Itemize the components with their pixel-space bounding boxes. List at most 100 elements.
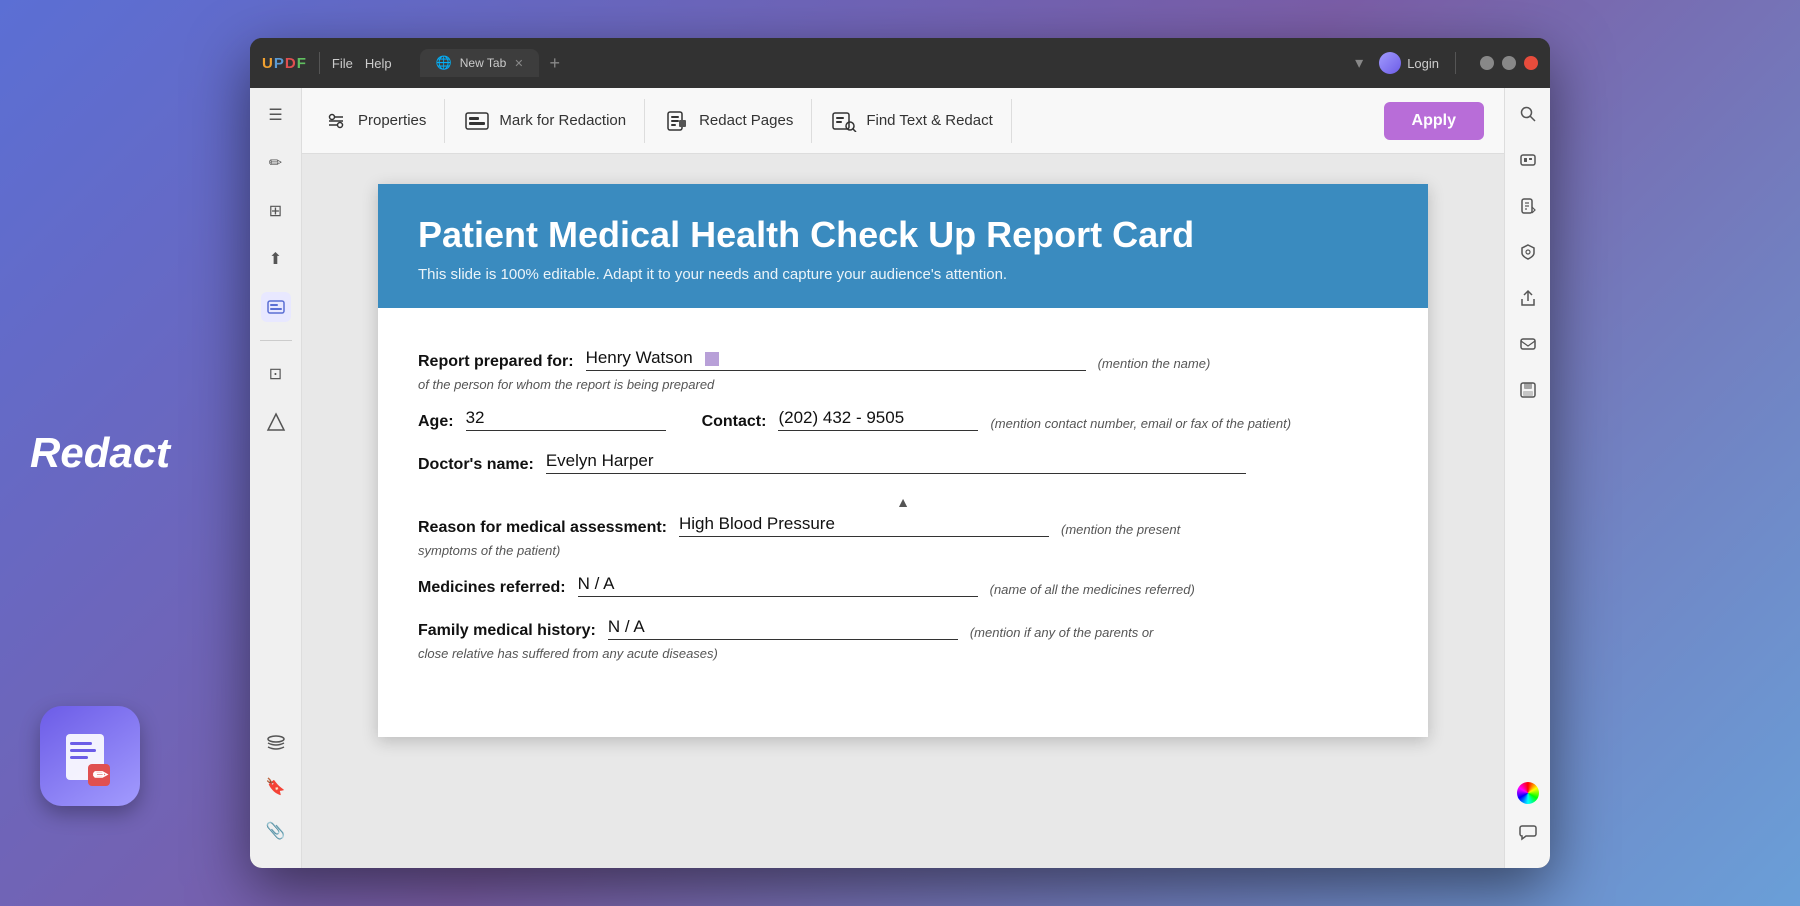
doctor-label: Doctor's name: — [418, 456, 534, 474]
sidebar-item-redact[interactable] — [261, 292, 291, 322]
menu-file[interactable]: File — [332, 56, 353, 71]
form-row-age-contact: Age: 32 Contact: (202) 432 - 9505 (menti… — [418, 408, 1388, 431]
secure-icon[interactable] — [1514, 238, 1542, 266]
sidebar-item-stamp[interactable]: ⊡ — [261, 359, 291, 389]
redact-pages-icon — [663, 107, 691, 135]
titlebar: UPDF File Help 🌐 New Tab ✕ + ▾ Login — [250, 38, 1550, 88]
content-area: ☰ ✏ ⊞ ⬆ ⊡ — [250, 88, 1550, 868]
tab-label: New Tab — [460, 56, 506, 70]
rainbow-icon[interactable] — [1517, 782, 1539, 804]
chat-icon[interactable] — [1514, 818, 1542, 846]
main-content: Properties Mark for Redaction — [302, 88, 1504, 868]
find-text-redact-button[interactable]: Find Text & Redact — [812, 99, 1011, 143]
mark-redaction-icon — [463, 107, 491, 135]
form-row-doctor: Doctor's name: Evelyn Harper — [418, 451, 1388, 474]
reason-sub-hint: symptoms of the patient) — [418, 543, 1388, 558]
redact-toolbar: Properties Mark for Redaction — [302, 88, 1504, 154]
avatar — [1379, 52, 1401, 74]
main-window: UPDF File Help 🌐 New Tab ✕ + ▾ Login — [250, 38, 1550, 868]
sidebar-item-layers[interactable] — [261, 728, 291, 758]
properties-label: Properties — [358, 112, 426, 129]
doctor-value: Evelyn Harper — [546, 451, 1246, 474]
properties-button[interactable]: Properties — [322, 99, 445, 143]
redaction-marker — [705, 352, 719, 366]
contact-label: Contact: — [702, 413, 767, 431]
email-icon[interactable] — [1514, 330, 1542, 358]
name-hint: (mention the name) — [1098, 356, 1211, 371]
tab-icon: 🌐 — [436, 55, 452, 71]
sidebar-item-organize[interactable]: ⊞ — [261, 196, 291, 226]
mark-redaction-button[interactable]: Mark for Redaction — [445, 99, 645, 143]
report-prepared-label: Report prepared for: — [418, 353, 574, 371]
form-row-name: Report prepared for: Henry Watson (menti… — [418, 348, 1388, 371]
tab-add-button[interactable]: + — [543, 53, 566, 74]
redact-pages-button[interactable]: Redact Pages — [645, 99, 812, 143]
save-icon[interactable] — [1514, 376, 1542, 404]
reason-value: High Blood Pressure — [679, 514, 1049, 537]
pdf-area[interactable]: Patient Medical Health Check Up Report C… — [302, 154, 1504, 868]
tab-new[interactable]: 🌐 New Tab ✕ — [420, 49, 540, 77]
titlebar-right: ▾ Login — [1355, 52, 1538, 74]
patient-name-value: Henry Watson — [586, 348, 1086, 371]
family-sub-hint: close relative has suffered from any acu… — [418, 646, 1388, 661]
window-dropdown[interactable]: ▾ — [1355, 53, 1363, 73]
sidebar-bottom: 🔖 📎 — [261, 728, 291, 856]
titlebar-sep2 — [1455, 52, 1456, 74]
medicines-hint: (name of all the medicines referred) — [990, 582, 1195, 597]
sidebar-item-compare[interactable] — [261, 407, 291, 437]
search-icon[interactable] — [1514, 100, 1542, 128]
sidebar-item-export[interactable]: ⬆ — [261, 244, 291, 274]
find-text-redact-icon — [830, 107, 858, 135]
sidebar-item-annotate[interactable]: ✏ — [261, 148, 291, 178]
medicines-value: N / A — [578, 574, 978, 597]
report-header: Patient Medical Health Check Up Report C… — [378, 184, 1428, 308]
report-title: Patient Medical Health Check Up Report C… — [418, 214, 1388, 256]
sidebar-item-attachment[interactable]: 📎 — [261, 816, 291, 846]
right-toolbar — [1504, 88, 1550, 868]
redact-label: Redact — [30, 429, 170, 477]
window-controls — [1480, 56, 1538, 70]
reason-label: Reason for medical assessment: — [418, 519, 667, 537]
form-row-medicines: Medicines referred: N / A (name of all t… — [418, 574, 1388, 597]
pdf-page: Patient Medical Health Check Up Report C… — [378, 184, 1428, 737]
tab-area: 🌐 New Tab ✕ + — [420, 49, 566, 77]
app-brand: UPDF — [262, 55, 307, 72]
mark-redaction-label: Mark for Redaction — [499, 112, 626, 129]
minimize-button[interactable] — [1480, 56, 1494, 70]
contact-hint: (mention contact number, email or fax of… — [990, 416, 1291, 431]
age-label: Age: — [418, 413, 454, 431]
form-row-reason: Reason for medical assessment: High Bloo… — [418, 514, 1388, 537]
share-icon[interactable] — [1514, 284, 1542, 312]
family-hint: (mention if any of the parents or — [970, 625, 1154, 640]
form-row-family: Family medical history: N / A (mention i… — [418, 617, 1388, 640]
redact-pages-label: Redact Pages — [699, 112, 793, 129]
tab-close-button[interactable]: ✕ — [514, 57, 523, 70]
login-button[interactable]: Login — [1379, 52, 1439, 74]
menu-help[interactable]: Help — [365, 56, 392, 71]
svg-text:✏: ✏ — [93, 765, 109, 785]
form-area: Report prepared for: Henry Watson (menti… — [378, 328, 1428, 697]
right-toolbar-bottom — [1514, 782, 1542, 856]
find-text-redact-label: Find Text & Redact — [866, 112, 992, 129]
report-subtitle: This slide is 100% editable. Adapt it to… — [418, 266, 1388, 283]
close-button[interactable] — [1524, 56, 1538, 70]
reason-hint: (mention the present — [1061, 522, 1180, 537]
sidebar-item-bookmark[interactable]: 🔖 — [261, 772, 291, 802]
extract-icon[interactable] — [1514, 192, 1542, 220]
login-label: Login — [1407, 56, 1439, 71]
apply-button[interactable]: Apply — [1384, 102, 1484, 140]
contact-value: (202) 432 - 9505 — [778, 408, 978, 431]
family-label: Family medical history: — [418, 622, 596, 640]
left-sidebar: ☰ ✏ ⊞ ⬆ ⊡ — [250, 88, 302, 868]
family-value: N / A — [608, 617, 958, 640]
age-value: 32 — [466, 408, 666, 431]
properties-icon — [322, 107, 350, 135]
sidebar-item-thumbnails[interactable]: ☰ — [261, 100, 291, 130]
name-sub-hint: of the person for whom the report is bei… — [418, 377, 1388, 392]
sidebar-divider — [260, 340, 292, 341]
scroll-arrow: ▲ — [418, 494, 1388, 510]
app-icon: ✏ — [40, 706, 140, 806]
maximize-button[interactable] — [1502, 56, 1516, 70]
ocr-icon[interactable] — [1514, 146, 1542, 174]
titlebar-separator — [319, 52, 320, 74]
